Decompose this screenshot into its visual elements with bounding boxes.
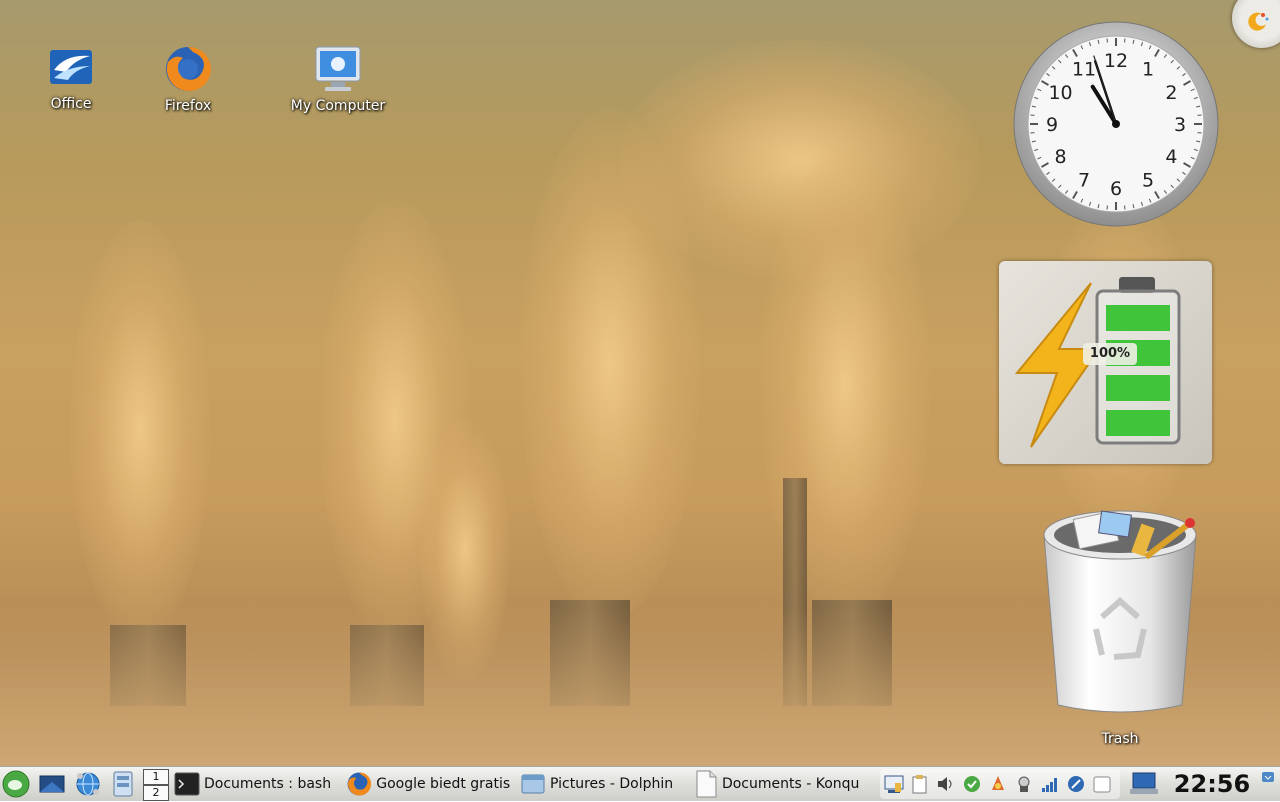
dolphin-icon xyxy=(520,771,546,797)
task-button-konqueror[interactable]: Documents - Konqu xyxy=(694,769,859,799)
task-label: Pictures - Dolphin xyxy=(550,776,673,792)
trash-widget[interactable]: Trash xyxy=(1040,505,1200,747)
task-button-terminal[interactable]: Documents : bash xyxy=(174,769,334,799)
panel-toolbox-button[interactable] xyxy=(1260,770,1276,798)
clock-number: 11 xyxy=(1072,59,1096,81)
computer-icon xyxy=(313,44,363,94)
desktop-icon-firefox[interactable]: Firefox xyxy=(138,44,238,114)
desktop-wallpaper: Office Firefox My Computer xyxy=(0,0,1280,766)
desktop-icon-label: My Computer xyxy=(288,98,388,114)
clipboard-icon[interactable] xyxy=(910,774,930,794)
notes-icon[interactable] xyxy=(1092,774,1112,794)
update-applet-icon[interactable] xyxy=(962,774,982,794)
desktop-toolbox-button[interactable] xyxy=(1232,0,1280,48)
show-desktop-button[interactable] xyxy=(38,770,66,798)
firefox-icon xyxy=(346,770,372,798)
volume-icon[interactable] xyxy=(936,774,956,794)
battery-percent-label: 100% xyxy=(1083,343,1137,365)
file-manager-icon xyxy=(110,770,136,798)
konqueror-icon xyxy=(694,770,718,798)
task-label: Documents - Konqu xyxy=(722,776,859,792)
task-label: Google biedt gratis t xyxy=(376,776,511,792)
clock-number: 7 xyxy=(1078,169,1090,191)
desktop-icon xyxy=(38,770,66,798)
clock-number: 1 xyxy=(1142,59,1154,81)
task-label: Documents : bash xyxy=(204,776,331,792)
clock-number: 9 xyxy=(1046,114,1058,136)
battery-cell xyxy=(1106,410,1170,436)
opensuse-menu-icon xyxy=(2,770,30,798)
task-button-firefox[interactable]: Google biedt gratis t xyxy=(346,769,511,799)
desktop-icon-office[interactable]: Office xyxy=(21,44,121,112)
office-icon xyxy=(46,44,96,92)
pager-desktop-2[interactable]: 2 xyxy=(143,785,169,801)
desktop-icon-label: Office xyxy=(21,96,121,112)
application-menu-button[interactable] xyxy=(2,770,30,798)
trash-label: Trash xyxy=(1040,731,1200,747)
power-management-icon[interactable] xyxy=(1066,774,1086,794)
laptop-icon xyxy=(1128,770,1160,798)
launcher-filemanager-button[interactable] xyxy=(110,770,136,798)
globe-icon xyxy=(74,770,102,798)
network-settings-icon[interactable] xyxy=(884,774,904,794)
device-notifier-button[interactable] xyxy=(1128,770,1160,798)
clock-number: 2 xyxy=(1165,82,1177,104)
cashew-icon xyxy=(1246,10,1270,34)
system-tray xyxy=(880,769,1120,799)
clock-number: 12 xyxy=(1104,50,1128,72)
firefox-icon xyxy=(163,44,213,94)
digital-clock[interactable]: 22:56 xyxy=(1172,769,1252,799)
virtual-desktop-pager[interactable]: 1 2 xyxy=(143,768,169,800)
launcher-browser-button[interactable] xyxy=(74,770,102,798)
battery-widget[interactable]: 100% xyxy=(999,261,1212,464)
clock-number: 8 xyxy=(1055,146,1067,168)
desktop-icon-my-computer[interactable]: My Computer xyxy=(288,44,388,114)
panel-settings-icon xyxy=(1260,770,1276,798)
desktop-icon-label: Firefox xyxy=(138,98,238,114)
clock-number: 6 xyxy=(1110,178,1122,200)
clock-number: 5 xyxy=(1142,169,1154,191)
clock-number: 4 xyxy=(1165,146,1177,168)
trash-icon xyxy=(1040,505,1200,725)
clock-number: 3 xyxy=(1174,114,1186,136)
taskbar-panel: 1 2 Documents : bash Google biedt gratis… xyxy=(0,766,1280,801)
battery-cell xyxy=(1106,305,1170,331)
pager-desktop-1[interactable]: 1 xyxy=(143,769,169,785)
clock-number: 10 xyxy=(1048,82,1072,104)
task-button-dolphin[interactable]: Pictures - Dolphin xyxy=(520,769,680,799)
analog-clock-face: 12 12 3 45678 9 1011 xyxy=(1012,20,1220,228)
package-kit-icon[interactable] xyxy=(988,774,1008,794)
terminal-icon xyxy=(174,772,200,796)
clock-widget[interactable]: 12 12 3 45678 9 1011 xyxy=(1012,20,1220,228)
wifi-signal-icon[interactable] xyxy=(1040,774,1060,794)
kmix-icon[interactable] xyxy=(1014,774,1034,794)
battery-cell xyxy=(1106,375,1170,401)
